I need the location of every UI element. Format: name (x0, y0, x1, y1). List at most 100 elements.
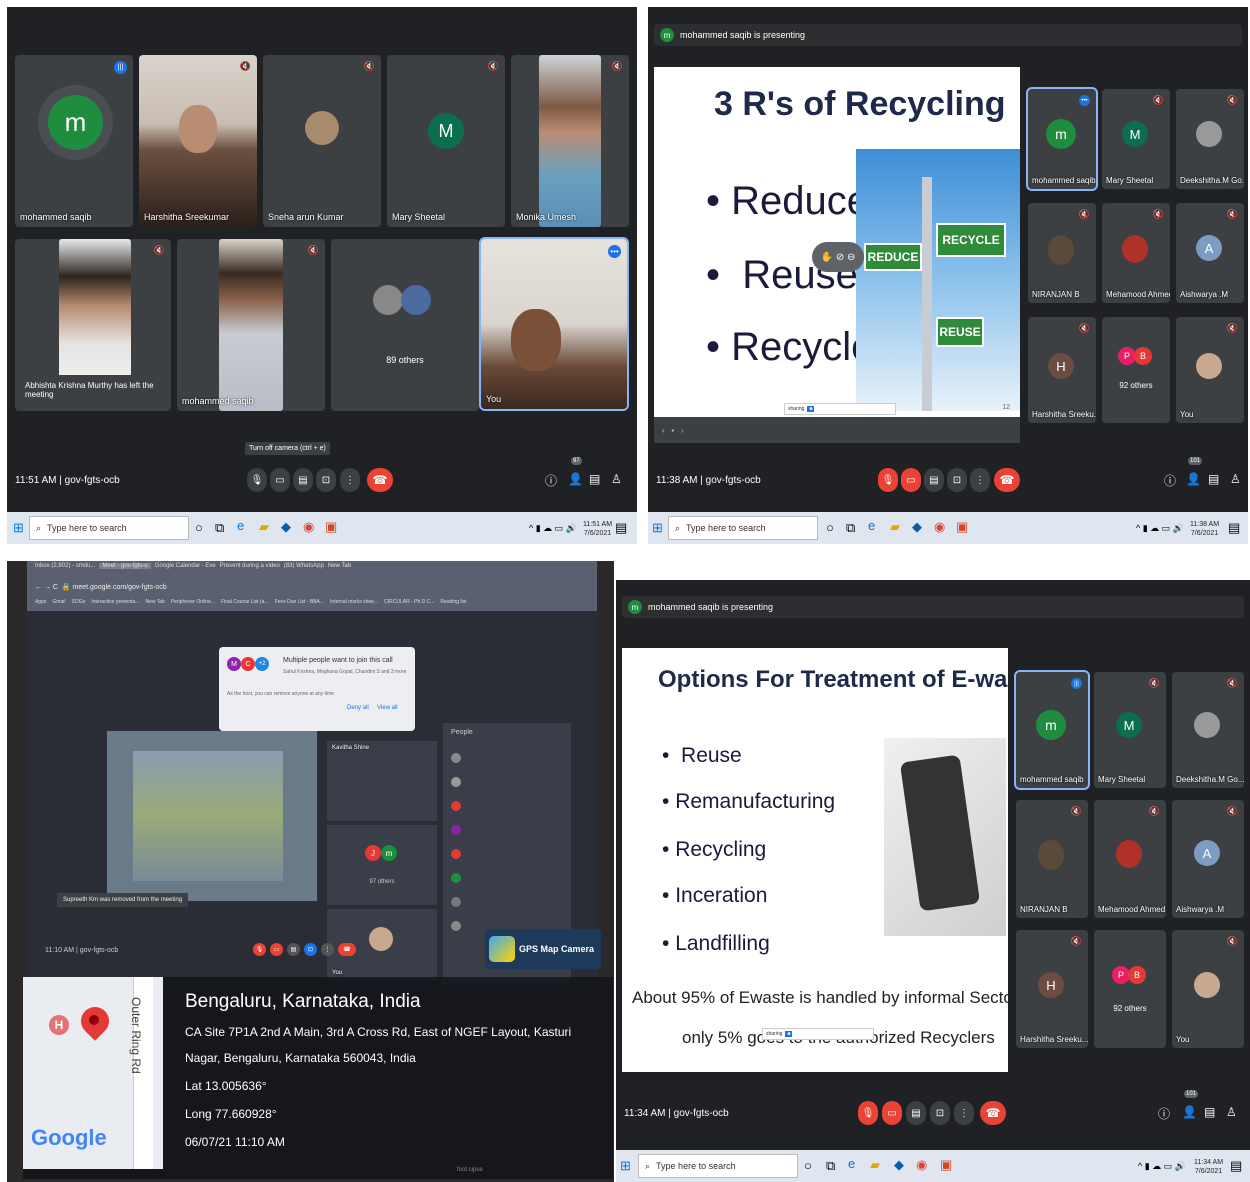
browser-tab[interactable]: Inbox (2,802) - smdu... (35, 563, 95, 569)
chat-icon[interactable]: ▤ (1204, 1105, 1215, 1119)
participant-tile[interactable]: A 🔇 Aishwarya .M (1176, 203, 1244, 303)
file-explorer-icon[interactable]: ▰ (890, 519, 900, 535)
participant-tile[interactable]: A 🔇 Aishwarya .M (1172, 800, 1244, 918)
activities-icon[interactable]: ♙ (1226, 1105, 1237, 1119)
task-view-icon[interactable]: ⧉ (846, 520, 855, 536)
participant-tile[interactable]: 🔇 Deekshitha.M Go... (1176, 89, 1244, 189)
bookmark[interactable]: Internal marks shee... (330, 599, 378, 605)
end-call-button[interactable]: ☎ (994, 468, 1020, 492)
bookmark[interactable]: Fees Due List - BBA... (275, 599, 324, 605)
mic-button[interactable]: 🎙 (247, 468, 267, 492)
chat-icon[interactable]: ▤ (589, 472, 600, 486)
participant-tile[interactable]: m ||| mohammed saqib (1014, 670, 1090, 790)
slide-toolbar[interactable]: ✋ ⊘ ⊖ (812, 242, 864, 272)
participant-tile[interactable]: 🔇 Sneha arun Kumar (263, 55, 381, 227)
participant-tile[interactable]: M 🔇 Mary Sheetal (1094, 672, 1166, 788)
taskbar-search[interactable]: ⌕ Type here to search (638, 1154, 798, 1178)
store-icon[interactable]: ◆ (894, 1157, 904, 1173)
file-explorer-icon[interactable]: ▰ (870, 1157, 880, 1173)
chrome-icon[interactable]: ◉ (916, 1157, 927, 1173)
camera-off-button[interactable]: ▭ (270, 943, 283, 956)
participant-tile[interactable]: H 🔇 Harshitha Sreeku... (1028, 317, 1096, 423)
slideshow-nav[interactable]: ‹ ▪ › (654, 417, 1020, 443)
activities-icon[interactable]: ♙ (611, 472, 622, 486)
bookmark[interactable]: Apps (35, 599, 46, 605)
edge-icon[interactable]: e (868, 518, 875, 533)
bookmark[interactable]: CIRCULAR - Ph.D C... (384, 599, 434, 605)
participant-tile[interactable]: 🔇 Abhishta Krishna Murthy has left the m… (15, 239, 171, 411)
more-options-button[interactable]: ⋮ (340, 468, 360, 492)
stop-sharing-button[interactable]: ■ (785, 1031, 793, 1037)
participant-tile[interactable]: m ||| mohammed saqib (15, 55, 133, 227)
participant-tile[interactable]: 🔇 Monika Umesh (511, 55, 629, 227)
edge-icon[interactable]: e (237, 518, 244, 533)
end-call-button[interactable]: ☎ (338, 943, 356, 956)
end-call-button[interactable]: ☎ (367, 468, 393, 492)
others-tile[interactable]: P B 92 others (1102, 317, 1170, 423)
captions-button[interactable]: ▤ (287, 943, 300, 956)
powerpoint-icon[interactable]: ▣ (956, 519, 968, 535)
info-icon[interactable]: ⓘ (1164, 472, 1176, 489)
powerpoint-icon[interactable]: ▣ (940, 1157, 952, 1173)
self-tile[interactable]: ••• You (479, 237, 629, 411)
others-tile[interactable]: 89 others (331, 239, 479, 411)
notification-icon[interactable]: ▤ (1230, 1158, 1242, 1174)
cortana-icon[interactable]: ○ (804, 1158, 812, 1173)
bookmark[interactable]: SOGo (71, 599, 85, 605)
participant-tile[interactable]: Kavitha Shine (327, 741, 437, 821)
mic-off-button[interactable]: 🎙 (253, 943, 266, 956)
cortana-icon[interactable]: ○ (826, 520, 834, 535)
mic-off-button[interactable]: 🎙 (878, 468, 898, 492)
self-tile[interactable]: 🔇 You (1176, 317, 1244, 423)
store-icon[interactable]: ◆ (912, 519, 922, 535)
camera-off-button[interactable]: ▭ (882, 1101, 902, 1125)
view-all-button[interactable]: View all (377, 705, 398, 711)
people-icon[interactable]: 👤 (1186, 472, 1201, 486)
self-tile[interactable]: 🔇 You (1172, 930, 1244, 1048)
more-options-button[interactable]: ⋮ (321, 943, 334, 956)
info-icon[interactable]: ⓘ (545, 472, 557, 489)
edge-icon[interactable]: e (848, 1156, 855, 1171)
more-options-button[interactable]: ⋮ (954, 1101, 974, 1125)
participant-tile[interactable]: 🔇 NIRANJAN B (1028, 203, 1096, 303)
notification-icon[interactable]: ▤ (1228, 520, 1240, 536)
info-icon[interactable]: ⓘ (1158, 1105, 1170, 1122)
end-call-button[interactable]: ☎ (980, 1101, 1006, 1125)
participant-tile[interactable]: 🔇 NIRANJAN B (1016, 800, 1088, 918)
bookmark[interactable]: Gmail (52, 599, 65, 605)
bookmark[interactable]: Periphexer Online... (171, 599, 215, 605)
participant-tile[interactable]: H 🔇 Harshitha Sreeku... (1016, 930, 1088, 1048)
chat-icon[interactable]: ▤ (1208, 472, 1219, 486)
taskbar-search[interactable]: ⌕ Type here to search (668, 516, 818, 540)
file-explorer-icon[interactable]: ▰ (259, 519, 269, 535)
windows-start-icon[interactable]: ⊞ (652, 520, 663, 536)
more-icon[interactable]: ••• (1079, 95, 1090, 106)
others-tile[interactable]: P B 92 others (1094, 930, 1166, 1048)
powerpoint-icon[interactable]: ▣ (325, 519, 337, 535)
stop-sharing-button[interactable]: ■ (807, 406, 815, 412)
windows-start-icon[interactable]: ⊞ (620, 1158, 631, 1174)
browser-tab-active[interactable]: Meet - gov-fgts-o (99, 563, 151, 569)
mic-off-button[interactable]: 🎙 (858, 1101, 878, 1125)
chrome-icon[interactable]: ◉ (934, 519, 945, 535)
captions-button[interactable]: ▤ (924, 468, 944, 492)
more-icon[interactable]: ••• (608, 245, 621, 258)
participant-tile[interactable]: 🔇 Mehamood Ahmed (1102, 203, 1170, 303)
cortana-icon[interactable]: ○ (195, 520, 203, 535)
camera-button[interactable]: ▭ (270, 468, 290, 492)
browser-tab[interactable]: (83) WhatsApp (284, 563, 324, 569)
system-tray-icons[interactable]: ^ ▮ ☁ ▭ 🔊 (1138, 1161, 1186, 1172)
task-view-icon[interactable]: ⧉ (826, 1158, 835, 1174)
participant-tile[interactable]: M 🔇 Mary Sheetal (1102, 89, 1170, 189)
windows-start-icon[interactable]: ⊞ (13, 520, 24, 536)
browser-tab[interactable]: Present during a video (220, 563, 280, 569)
participant-tile[interactable]: 🔇 Deekshitha.M Go... (1172, 672, 1244, 788)
store-icon[interactable]: ◆ (281, 519, 291, 535)
chrome-icon[interactable]: ◉ (303, 519, 314, 535)
deny-all-button[interactable]: Deny all (347, 705, 369, 711)
browser-tab[interactable]: Google Calendar - Eve (155, 563, 216, 569)
people-icon[interactable]: 👤 (568, 472, 583, 486)
camera-off-button[interactable]: ▭ (901, 468, 921, 492)
task-view-icon[interactable]: ⧉ (215, 520, 224, 536)
bookmark[interactable]: New Tab (145, 599, 164, 605)
